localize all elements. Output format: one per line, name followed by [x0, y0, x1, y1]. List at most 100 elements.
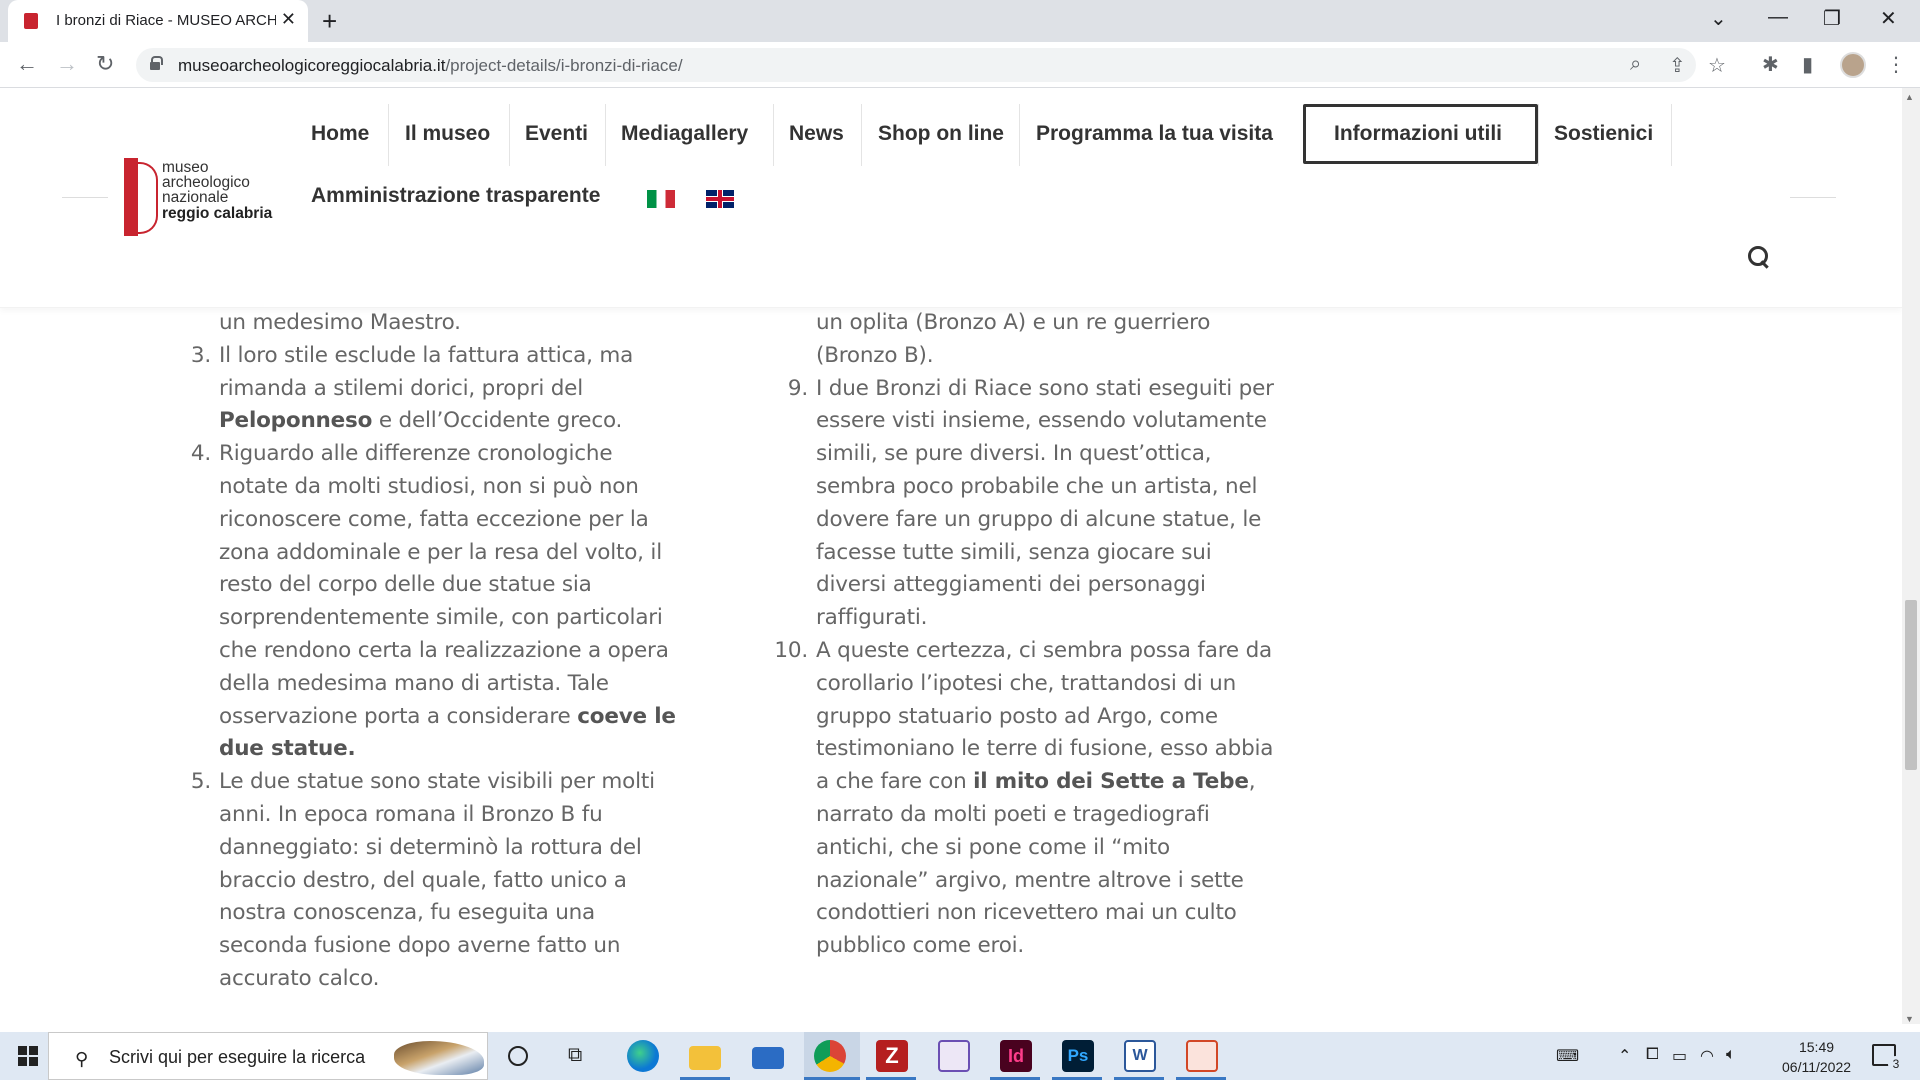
profile-avatar[interactable]: [1840, 52, 1866, 78]
search-icon[interactable]: [1748, 246, 1770, 268]
url-domain: museoarcheologicoreggiocalabria.it: [178, 56, 446, 75]
menu-programma-la-tua-visita[interactable]: Programma la tua visita: [1036, 122, 1273, 146]
text: a che fare con: [816, 769, 974, 795]
browser-toolbar: ← → ↻ museoarcheologicoreggiocalabria.it…: [0, 42, 1920, 88]
new-tab-button[interactable]: +: [322, 6, 337, 37]
paragraph-line: gruppo statuario posto ad Argo, come: [816, 703, 1218, 729]
browser-tab[interactable]: I bronzi di Riace - MUSEO ARCHE ✕: [8, 0, 308, 42]
paragraph-line: danneggiato: si determinò la rottura del: [219, 834, 642, 860]
chrome-menu-icon[interactable]: ⋮: [1886, 52, 1906, 77]
list-number: 10.: [774, 638, 808, 663]
windows-taskbar: ⚲ Scrivi qui per eseguire la ricerca ⧉ Z…: [0, 1032, 1920, 1080]
forward-icon[interactable]: →: [56, 51, 78, 77]
paragraph-line: notate da molti studiosi, non si può non: [219, 474, 639, 499]
english-flag-icon[interactable]: [706, 190, 734, 208]
scrollbar-thumb[interactable]: [1905, 600, 1917, 770]
taskbar-search-placeholder: Scrivi qui per eseguire la ricerca: [109, 1047, 366, 1067]
menu-separator: [1538, 104, 1539, 166]
app-icon[interactable]: [1186, 1040, 1218, 1072]
page-scrollbar[interactable]: [1902, 88, 1920, 1024]
paragraph-line: che rendono certa la realizzazione a ope…: [219, 638, 669, 663]
paragraph-line: dovere fare un gruppo di alcune statue, …: [816, 506, 1262, 532]
indesign-icon[interactable]: Id: [1000, 1040, 1032, 1072]
paragraph-line: condottieri non ricevettero mai un culto: [816, 900, 1237, 926]
paragraph-line: Il loro stile esclude la fattura attica,…: [219, 342, 634, 368]
text: ,: [1248, 769, 1256, 795]
side-panel-icon[interactable]: ▮: [1802, 52, 1813, 77]
menu-mediagallery[interactable]: Mediagallery: [621, 122, 748, 146]
filezilla-icon[interactable]: Z: [876, 1040, 908, 1072]
paragraph-line: osservazione porta a considerare coeve l…: [219, 701, 676, 734]
paragraph-line: essere visti insieme, essendo volutament…: [816, 408, 1267, 434]
extensions-icon[interactable]: ✱: [1762, 52, 1779, 77]
minimize-button[interactable]: —: [1768, 6, 1788, 29]
mail-icon[interactable]: [752, 1047, 784, 1069]
edge-icon[interactable]: [627, 1040, 659, 1072]
tab-close-icon[interactable]: ✕: [281, 9, 296, 30]
italian-flag-icon[interactable]: [647, 190, 675, 208]
menu-amministrazione-trasparente[interactable]: Amministrazione trasparente: [311, 184, 600, 208]
tab-title: I bronzi di Riace - MUSEO ARCHE: [56, 12, 276, 29]
text: e dell’Occidente greco.: [372, 408, 623, 434]
address-bar[interactable]: museoarcheologicoreggiocalabria.it/proje…: [136, 48, 1726, 82]
windows-start-icon[interactable]: [18, 1046, 38, 1066]
chrome-icon[interactable]: [814, 1040, 846, 1072]
system-clock[interactable]: 15:49 06/11/2022: [1782, 1037, 1851, 1077]
paragraph-line: Le due statue sono state visibili per mo…: [219, 769, 655, 795]
word-icon[interactable]: W: [1124, 1040, 1156, 1072]
logo-line-4: reggio calabria: [162, 205, 273, 222]
paragraph-line: antichi, che si pone come il “mito: [816, 834, 1170, 860]
close-window-button[interactable]: ✕: [1880, 6, 1897, 31]
paragraph-line: facesse tutte simili, senza giocare sui: [816, 539, 1212, 565]
show-hidden-icons-icon[interactable]: ⌃: [1618, 1046, 1631, 1066]
menu-sostienici[interactable]: Sostienici: [1554, 122, 1653, 146]
tab-search-dropdown-icon[interactable]: ⌄: [1710, 6, 1727, 31]
reload-icon[interactable]: ↻: [96, 51, 114, 77]
clock-time: 15:49: [1798, 1039, 1835, 1055]
site-favicon-icon: [24, 13, 38, 29]
keyboard-icon[interactable]: ⌨: [1556, 1046, 1579, 1066]
paragraph-line: rimanda a stilemi dorici, propri del: [219, 375, 583, 401]
meet-now-icon[interactable]: ⧠: [1646, 1046, 1659, 1064]
menu-il-museo[interactable]: Il museo: [405, 122, 490, 146]
bold-text: il mito dei Sette a Tebe: [973, 769, 1249, 795]
notifications-icon[interactable]: 3: [1872, 1044, 1904, 1072]
maximize-button[interactable]: ❐: [1823, 6, 1841, 31]
scroll-down-arrow-icon[interactable]: ▼: [1905, 1014, 1914, 1024]
menu-eventi[interactable]: Eventi: [525, 122, 588, 146]
wifi-icon[interactable]: ◠: [1700, 1046, 1714, 1066]
paragraph-line: due statue.: [219, 733, 356, 766]
app-icon[interactable]: [938, 1040, 970, 1072]
cortana-icon[interactable]: [508, 1046, 528, 1066]
menu-informazioni-utili[interactable]: Informazioni utili: [1334, 122, 1502, 146]
photoshop-icon[interactable]: Ps: [1062, 1040, 1094, 1072]
taskbar-search-box[interactable]: ⚲ Scrivi qui per eseguire la ricerca: [48, 1032, 488, 1080]
list-number: 4.: [190, 441, 211, 467]
web-page: un medesimo Maestro. 3. Il loro stile escl…: [0, 88, 1902, 1024]
museum-logo[interactable]: museo archeologico nazionale reggio cala…: [124, 158, 294, 238]
bold-text: Peloponneso: [219, 408, 373, 434]
menu-separator: [388, 104, 389, 166]
menu-home[interactable]: Home: [311, 122, 369, 146]
paragraph-line: zona addominale e per la resa del volto,…: [219, 539, 662, 565]
bold-text: coeve le: [577, 703, 676, 729]
paragraph-line: (Bronzo B).: [816, 342, 934, 368]
battery-icon[interactable]: ▭: [1672, 1046, 1687, 1066]
paragraph-line: I due Bronzi di Riace sono stati eseguit…: [816, 375, 1274, 401]
paragraph-line: nazionale” argivo, mentre altrove i sett…: [816, 867, 1244, 893]
bookmark-star-icon[interactable]: ☆: [1708, 53, 1726, 78]
zoom-icon[interactable]: ⌕: [1630, 53, 1641, 76]
back-icon[interactable]: ←: [16, 51, 38, 77]
share-icon[interactable]: ⇪: [1669, 53, 1686, 78]
task-view-icon[interactable]: ⧉: [568, 1044, 582, 1067]
volume-icon[interactable]: 🔈︎: [1726, 1046, 1736, 1064]
paragraph-line: sembra poco probabile che un artista, ne…: [816, 474, 1258, 499]
scroll-up-arrow-icon[interactable]: ▲: [1905, 92, 1914, 102]
file-explorer-icon[interactable]: [689, 1046, 721, 1070]
paragraph-line: un oplita (Bronzo A) e un re guerriero: [816, 310, 1211, 335]
menu-news[interactable]: News: [789, 122, 844, 146]
lock-icon[interactable]: [150, 56, 163, 70]
paragraph-line: testimoniano le terre di fusione, esso a…: [816, 736, 1274, 762]
menu-shop-on-line[interactable]: Shop on line: [878, 122, 1004, 146]
menu-separator: [1671, 104, 1672, 166]
